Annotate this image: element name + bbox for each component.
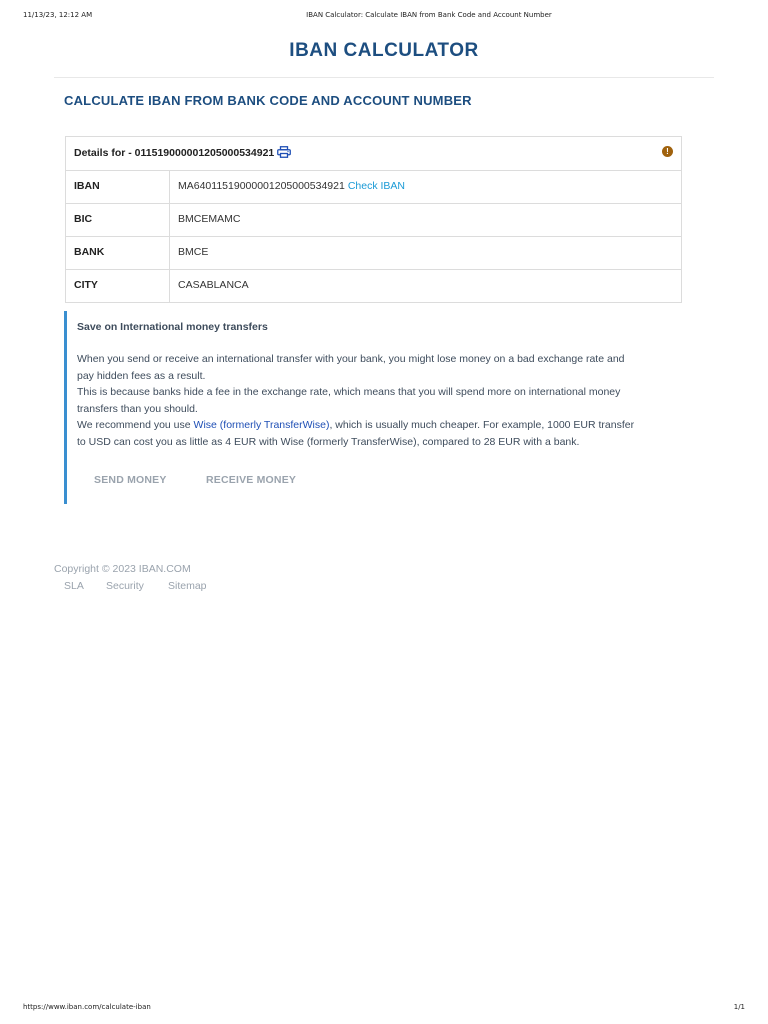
details-row-city: CITY CASABLANCA <box>66 270 681 302</box>
row-value: MA64011519000001205000534921 Check IBAN <box>178 180 405 192</box>
row-value: CASABLANCA <box>178 279 249 291</box>
row-label: BIC <box>66 204 170 236</box>
details-row-bic: BIC BMCEMAMC <box>66 204 681 237</box>
receive-money-button[interactable]: RECEIVE MONEY <box>206 474 296 486</box>
title-divider <box>54 77 714 78</box>
details-table: Details for - 011519000001205000534921 !… <box>65 136 682 303</box>
print-footer: https://www.iban.com/calculate-iban 1/1 <box>0 1003 768 1015</box>
row-label: BANK <box>66 237 170 269</box>
promo-paragraph-1: When you send or receive an internationa… <box>77 353 625 382</box>
details-header-text: Details for - 011519000001205000534921 <box>74 147 275 159</box>
promo-title: Save on International money transfers <box>77 321 268 333</box>
send-money-button[interactable]: SEND MONEY <box>94 474 167 486</box>
promo-text-before: We recommend you use <box>77 419 194 431</box>
row-value: BMCE <box>178 246 209 258</box>
promo-paragraph-3: We recommend you use Wise (formerly Tran… <box>77 417 642 450</box>
site-title: IBAN CALCULATOR <box>289 40 479 61</box>
details-row-iban: IBAN MA64011519000001205000534921 Check I… <box>66 171 681 204</box>
exclamation-circle-icon[interactable]: ! <box>662 146 673 157</box>
row-label: CITY <box>66 270 170 302</box>
promo-box: Save on International money transfers Wh… <box>64 311 644 504</box>
details-header: Details for - 011519000001205000534921 ! <box>66 137 681 171</box>
page-heading: CALCULATE IBAN FROM BANK CODE AND ACCOUN… <box>64 93 472 108</box>
footer-link-security[interactable]: Security <box>106 580 144 592</box>
iban-value: MA64011519000001205000534921 <box>178 180 345 192</box>
check-iban-link[interactable]: Check IBAN <box>348 180 405 192</box>
footer-link-sitemap[interactable]: Sitemap <box>168 580 207 592</box>
print-page-title: IBAN Calculator: Calculate IBAN from Ban… <box>306 11 552 19</box>
row-value: BMCEMAMC <box>178 213 241 225</box>
footer-link-sla[interactable]: SLA <box>64 580 84 592</box>
copyright: Copyright © 2023 IBAN.COM <box>54 563 191 575</box>
wise-link[interactable]: Wise (formerly TransferWise) <box>194 419 330 431</box>
details-row-bank: BANK BMCE <box>66 237 681 270</box>
print-header: 11/13/23, 12:12 AM IBAN Calculator: Calc… <box>0 11 768 23</box>
promo-paragraph-2: This is because banks hide a fee in the … <box>77 386 621 415</box>
print-page-number: 1/1 <box>733 1003 745 1011</box>
print-url: https://www.iban.com/calculate-iban <box>23 1003 151 1011</box>
printer-icon[interactable] <box>277 146 291 158</box>
row-label: IBAN <box>66 171 170 203</box>
